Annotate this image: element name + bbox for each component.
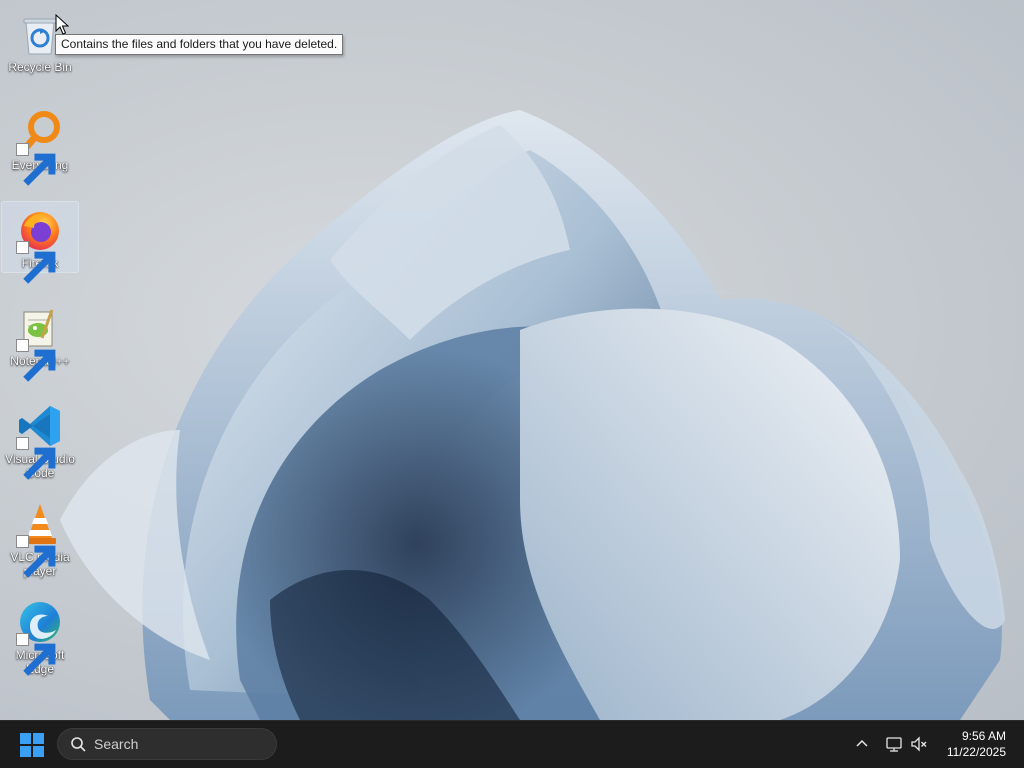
shortcut-arrow-icon [16, 633, 56, 676]
start-button[interactable] [14, 729, 50, 761]
desktop-icon-edge[interactable]: Microsoft Edge [2, 594, 78, 678]
desktop-icon-label: Recycle Bin [8, 60, 72, 74]
desktop-icon-everything[interactable]: Everything [2, 104, 78, 186]
shortcut-arrow-icon [16, 437, 56, 480]
taskbar-search-box[interactable]: Search [57, 728, 277, 760]
desktop-icon-notepadpp[interactable]: Notepad++ [2, 300, 78, 382]
everything-icon [16, 108, 64, 186]
mouse-cursor-icon [55, 14, 69, 35]
search-icon [71, 737, 86, 752]
volume-muted-icon [911, 736, 927, 752]
vscode-icon [16, 402, 64, 480]
vlc-icon [16, 500, 64, 578]
shortcut-arrow-icon [16, 535, 56, 578]
taskbar: Search 9:56 AM 11/22/2025 [0, 720, 1024, 768]
clock-time: 9:56 AM [961, 729, 1006, 743]
volume-button[interactable] [908, 733, 930, 755]
windows-logo-icon [20, 733, 44, 757]
firefox-icon [16, 206, 64, 284]
search-placeholder: Search [94, 736, 139, 752]
desktop[interactable]: Recycle Bin Everything Firefox Notepad++… [0, 0, 1024, 720]
notepadpp-icon [16, 304, 64, 382]
desktop-icon-firefox[interactable]: Firefox [1, 201, 79, 284]
taskbar-clock[interactable]: 9:56 AM 11/22/2025 [947, 728, 1006, 760]
shortcut-arrow-icon [16, 339, 56, 382]
network-icon [886, 737, 902, 752]
clock-date: 11/22/2025 [946, 745, 1006, 759]
wallpaper-bloom [60, 110, 1005, 720]
show-hidden-icons-button[interactable] [851, 733, 873, 755]
shortcut-arrow-icon [16, 143, 56, 186]
shortcut-arrow-icon [16, 241, 56, 284]
desktop-icon-vlc[interactable]: VLC media player [2, 496, 78, 580]
recycle-bin-tooltip: Contains the files and folders that you … [55, 34, 344, 55]
chevron-up-icon [856, 739, 868, 747]
edge-icon [16, 598, 64, 676]
network-button[interactable] [883, 733, 905, 755]
desktop-icon-vscode[interactable]: Visual Studio Code [2, 398, 78, 482]
